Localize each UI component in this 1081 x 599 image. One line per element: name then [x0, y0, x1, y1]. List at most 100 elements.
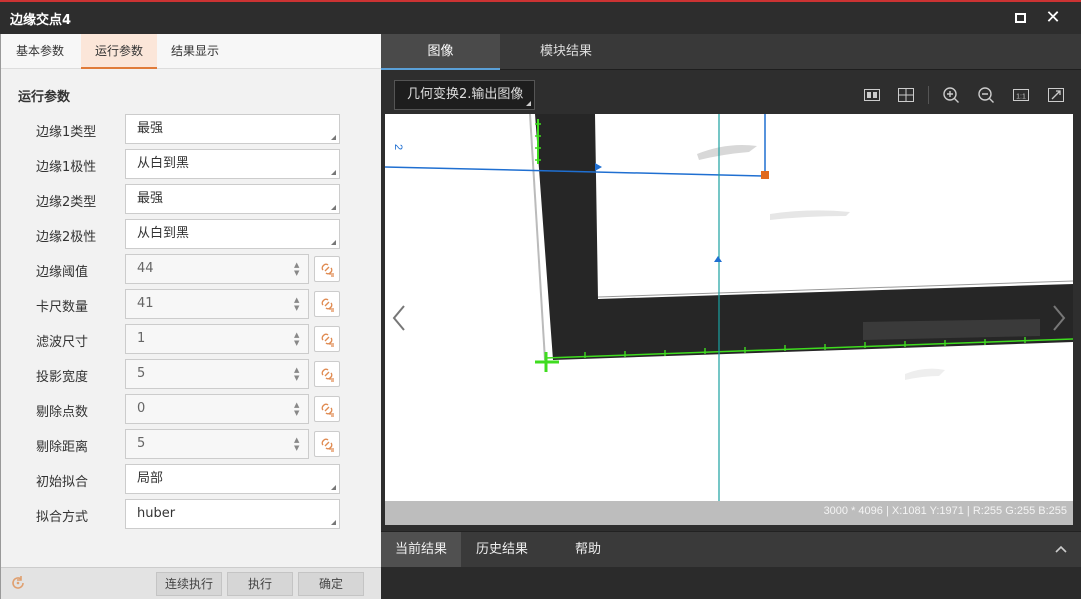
stepper-value: 0 — [137, 401, 146, 416]
next-image-icon[interactable] — [1051, 304, 1067, 332]
edge2-type-select[interactable]: 最强 — [125, 184, 340, 214]
param-label: 剔除距离 — [36, 440, 89, 455]
split-view-icon[interactable] — [863, 86, 881, 104]
link-icon[interactable] — [314, 396, 340, 422]
initial-fit-select[interactable]: 局部 — [125, 464, 340, 494]
select-value: 几何变换2.输出图像 — [407, 87, 524, 102]
inspection-image: 2 — [385, 114, 1073, 525]
select-value: 最强 — [137, 191, 164, 206]
edge1-polarity-select[interactable]: 从白到黑 — [125, 149, 340, 179]
image-tabs: 图像 模块结果 — [381, 34, 1081, 70]
spin-arrows-icon[interactable]: ▲ ▼ — [294, 261, 302, 277]
tab-run-params[interactable]: 运行参数 — [81, 34, 157, 69]
param-label: 初始拟合 — [36, 475, 89, 490]
continuous-execute-button[interactable]: 连续执行 — [156, 572, 222, 596]
fit-method-select[interactable]: huber — [125, 499, 340, 529]
param-label: 滤波尺寸 — [36, 335, 89, 350]
projection-width-stepper[interactable]: 5 ▲ ▼ — [125, 359, 309, 389]
footer-bar: 连续执行 执行 确定 — [1, 567, 381, 599]
param-row: 边缘2极性 从白到黑 — [1, 219, 381, 249]
param-row: 边缘阈值 44 ▲ ▼ — [1, 254, 381, 284]
tab-history-results[interactable]: 历史结果 — [462, 532, 542, 568]
refresh-icon[interactable] — [10, 575, 26, 591]
image-status-strip: 3000 * 4096 | X:1081 Y:1971 | R:255 G:25… — [385, 501, 1073, 525]
link-icon[interactable] — [314, 256, 340, 282]
param-row: 边缘2类型 最强 — [1, 184, 381, 214]
param-label: 拟合方式 — [36, 510, 89, 525]
parameter-tabs: 基本参数 运行参数 结果显示 — [1, 34, 381, 69]
select-value: 局部 — [137, 471, 164, 486]
collapse-icon[interactable] — [1055, 544, 1067, 556]
stepper-value: 44 — [137, 261, 154, 276]
window-title: 边缘交点4 — [10, 13, 72, 28]
param-label: 边缘1极性 — [36, 160, 97, 175]
section-title: 运行参数 — [18, 90, 71, 105]
stepper-value: 5 — [137, 366, 146, 381]
param-label: 卡尺数量 — [36, 300, 89, 315]
prev-image-icon[interactable] — [391, 304, 407, 332]
svg-text:1:1: 1:1 — [1016, 94, 1026, 101]
select-value: huber — [137, 506, 176, 521]
zoom-in-icon[interactable] — [942, 86, 960, 104]
param-label: 边缘1类型 — [36, 125, 97, 140]
close-icon[interactable]: ✕ — [1043, 8, 1063, 28]
actual-size-icon[interactable]: 1:1 — [1012, 86, 1030, 104]
edge1-type-select[interactable]: 最强 — [125, 114, 340, 144]
stepper-value: 1 — [137, 331, 146, 346]
param-row: 边缘1类型 最强 — [1, 114, 381, 144]
execute-button[interactable]: 执行 — [227, 572, 293, 596]
select-value: 最强 — [137, 121, 164, 136]
link-icon[interactable] — [314, 291, 340, 317]
param-row: 卡尺数量 41 ▲ ▼ — [1, 289, 381, 319]
param-label: 边缘2类型 — [36, 195, 97, 210]
spin-arrows-icon[interactable]: ▲ ▼ — [294, 366, 302, 382]
param-label: 剔除点数 — [36, 405, 89, 420]
grid-view-icon[interactable] — [897, 86, 915, 104]
image-status-text: 3000 * 4096 | X:1081 Y:1971 | R:255 G:25… — [823, 505, 1067, 517]
edge-threshold-stepper[interactable]: 44 ▲ ▼ — [125, 254, 309, 284]
spin-arrows-icon[interactable]: ▲ ▼ — [294, 436, 302, 452]
image-panel: 图像 模块结果 几何变换2.输出图像 1:1 2 3000 * 4096 | X… — [381, 34, 1081, 599]
spin-arrows-icon[interactable]: ▲ ▼ — [294, 401, 302, 417]
link-icon[interactable] — [314, 326, 340, 352]
tab-image[interactable]: 图像 — [381, 34, 500, 70]
filter-size-stepper[interactable]: 1 ▲ ▼ — [125, 324, 309, 354]
toolbar-divider — [928, 86, 929, 104]
param-row: 初始拟合 局部 — [1, 464, 381, 494]
select-value: 从白到黑 — [137, 156, 190, 171]
tab-help[interactable]: 帮助 — [543, 532, 633, 568]
param-row: 剔除点数 0 ▲ ▼ — [1, 394, 381, 424]
zoom-out-icon[interactable] — [977, 86, 995, 104]
stepper-value: 5 — [137, 436, 146, 451]
tab-basic-params[interactable]: 基本参数 — [1, 34, 79, 69]
stepper-value: 41 — [137, 296, 154, 311]
param-label: 边缘阈值 — [36, 265, 89, 280]
param-label: 投影宽度 — [36, 370, 89, 385]
link-icon[interactable] — [314, 431, 340, 457]
caliper-count-stepper[interactable]: 41 ▲ ▼ — [125, 289, 309, 319]
reject-distance-stepper[interactable]: 5 ▲ ▼ — [125, 429, 309, 459]
image-viewer[interactable]: 2 3000 * 4096 | X:1081 Y:1971 | R:255 G:… — [385, 114, 1073, 525]
tab-result-display[interactable]: 结果显示 — [159, 34, 231, 69]
spin-arrows-icon[interactable]: ▲ ▼ — [294, 296, 302, 312]
param-row: 拟合方式 huber — [1, 499, 381, 529]
roi-label: 2 — [392, 144, 404, 150]
param-row: 滤波尺寸 1 ▲ ▼ — [1, 324, 381, 354]
edge2-polarity-select[interactable]: 从白到黑 — [125, 219, 340, 249]
confirm-button[interactable]: 确定 — [298, 572, 364, 596]
title-bar: 边缘交点4 ✕ — [0, 0, 1081, 34]
result-tabs: 当前结果 历史结果 帮助 — [381, 531, 1081, 568]
link-icon[interactable] — [314, 361, 340, 387]
param-label: 边缘2极性 — [36, 230, 97, 245]
param-row: 边缘1极性 从白到黑 — [1, 149, 381, 179]
maximize-icon[interactable] — [1010, 8, 1030, 28]
fit-window-icon[interactable] — [1047, 86, 1065, 104]
image-source-select[interactable]: 几何变换2.输出图像 — [394, 80, 535, 110]
reject-points-stepper[interactable]: 0 ▲ ▼ — [125, 394, 309, 424]
tab-module-results[interactable]: 模块结果 — [502, 34, 630, 70]
results-area — [381, 567, 1081, 599]
select-value: 从白到黑 — [137, 226, 190, 241]
param-row: 投影宽度 5 ▲ ▼ — [1, 359, 381, 389]
spin-arrows-icon[interactable]: ▲ ▼ — [294, 331, 302, 347]
tab-current-results[interactable]: 当前结果 — [381, 532, 461, 568]
